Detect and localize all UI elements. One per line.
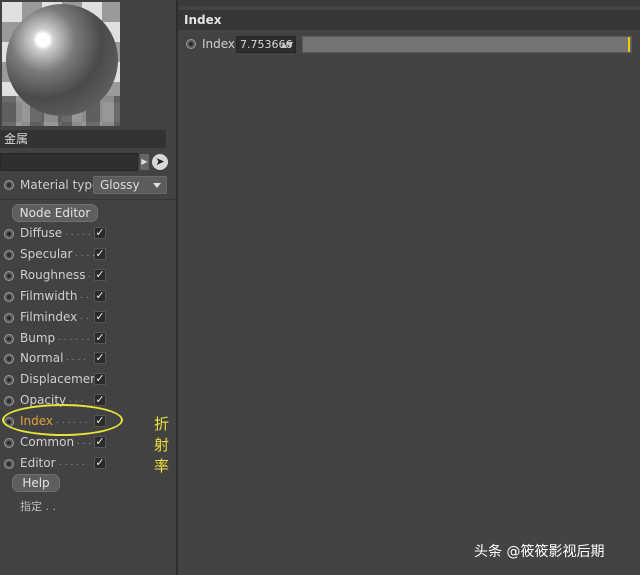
channel-dots: . . . . . bbox=[65, 228, 91, 238]
slider-fill bbox=[303, 37, 628, 52]
link-arrow-icon[interactable]: ▶ bbox=[140, 154, 149, 170]
check-icon[interactable]: ✓ bbox=[94, 247, 106, 260]
channel-radio-icon[interactable] bbox=[4, 458, 14, 469]
panel-top-strip bbox=[178, 0, 640, 6]
channel-dots: . . . . . bbox=[59, 457, 85, 468]
slider-knob[interactable] bbox=[628, 37, 630, 52]
channel-label-filmwidth: Filmwidth bbox=[20, 288, 78, 303]
channel-dots: . . . . bbox=[75, 248, 96, 259]
check-icon[interactable]: ✓ bbox=[94, 352, 106, 365]
check-icon[interactable]: ✓ bbox=[94, 227, 106, 239]
material-name[interactable]: 金属 bbox=[0, 130, 166, 148]
channel-radio-icon[interactable] bbox=[4, 312, 14, 323]
material-type-radio-icon[interactable] bbox=[4, 180, 14, 190]
channel-radio-icon[interactable] bbox=[4, 229, 14, 239]
index-value-input[interactable]: 7.753666 ▲▼ bbox=[236, 36, 296, 53]
check-icon[interactable]: ✓ bbox=[94, 436, 106, 448]
link-field[interactable] bbox=[0, 153, 138, 171]
channel-label-diffuse: Diffuse bbox=[20, 226, 63, 240]
check-icon[interactable]: ✓ bbox=[94, 394, 106, 407]
material-type-select[interactable]: Glossy bbox=[93, 176, 167, 194]
check-icon[interactable]: ✓ bbox=[94, 456, 106, 469]
channel-label-specular: Specular bbox=[20, 246, 73, 261]
material-type-label: Material type bbox=[20, 178, 100, 192]
channel-label-common: Common bbox=[20, 435, 75, 449]
channel-radio-icon[interactable] bbox=[4, 249, 14, 260]
channel-label-editor: Editor bbox=[20, 455, 56, 470]
refraction-annotation: 折射率 bbox=[154, 415, 170, 475]
preview-sphere bbox=[6, 4, 118, 116]
channel-radio-icon[interactable] bbox=[4, 396, 14, 407]
channel-label-filmindex: Filmindex bbox=[20, 309, 78, 324]
check-icon[interactable]: ✓ bbox=[94, 331, 106, 344]
material-sidebar: 金属 ▶ ➤ Material type Glossy Node Editor … bbox=[0, 0, 176, 575]
index-slider[interactable] bbox=[302, 36, 632, 53]
material-type-value: Glossy bbox=[100, 178, 140, 192]
check-icon[interactable]: ✓ bbox=[94, 289, 106, 302]
chevron-down-icon bbox=[153, 183, 161, 188]
check-icon[interactable]: ✓ bbox=[94, 310, 106, 323]
index-radio-icon[interactable] bbox=[186, 39, 196, 49]
channel-radio-icon[interactable] bbox=[4, 333, 14, 344]
help-button[interactable]: Help bbox=[12, 474, 60, 492]
channel-label-bump: Bump bbox=[20, 330, 56, 345]
channel-radio-icon[interactable] bbox=[4, 291, 14, 302]
channel-label-displacement: Displacement bbox=[20, 372, 103, 387]
channel-dots: . . bbox=[80, 311, 89, 322]
channel-dots: . . . bbox=[77, 437, 92, 447]
watermark: 头条 @筱筱影视后期 bbox=[474, 544, 605, 560]
highlight-ellipse bbox=[2, 404, 123, 436]
index-param-label: Index bbox=[202, 37, 236, 51]
spinner-arrows-icon[interactable]: ▲▼ bbox=[281, 37, 293, 52]
channel-label-normal: Normal bbox=[20, 351, 64, 366]
material-preview[interactable] bbox=[2, 2, 120, 126]
arrow-pointer-icon[interactable]: ➤ bbox=[152, 154, 168, 170]
channel-radio-icon[interactable] bbox=[4, 354, 14, 365]
channel-radio-icon[interactable] bbox=[4, 438, 14, 448]
check-icon[interactable]: ✓ bbox=[94, 373, 106, 386]
divider bbox=[0, 199, 176, 200]
channel-radio-icon[interactable] bbox=[4, 375, 14, 386]
channel-label-roughness: Roughness bbox=[20, 267, 86, 282]
parameter-panel: Index Index 7.753666 ▲▼ bbox=[178, 0, 640, 575]
channel-radio-icon[interactable] bbox=[4, 270, 14, 281]
check-icon[interactable]: ✓ bbox=[94, 268, 106, 281]
node-editor-button[interactable]: Node Editor bbox=[12, 204, 98, 222]
panel-header: Index bbox=[178, 10, 640, 30]
assign-label: 指定 . . bbox=[20, 500, 56, 513]
channel-dots: . . . . . . bbox=[58, 332, 90, 343]
channel-dots: . . bbox=[80, 290, 89, 301]
channel-dots: . . . . bbox=[66, 353, 87, 364]
